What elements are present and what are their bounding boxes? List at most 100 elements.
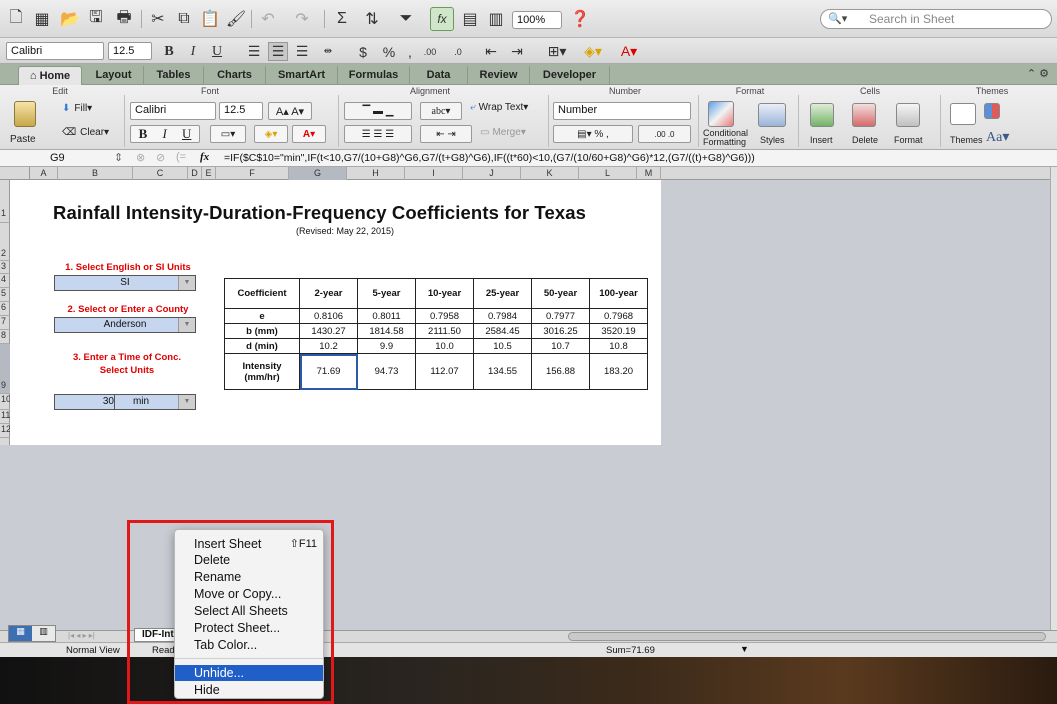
filter-icon[interactable]: ⏷: [394, 7, 418, 31]
paste-big-icon[interactable]: [14, 101, 36, 127]
tab-charts[interactable]: Charts: [204, 66, 266, 85]
cell-g9-selected[interactable]: 71.69: [299, 353, 358, 390]
horizontal-scrollbar[interactable]: [568, 632, 1046, 641]
undo-icon[interactable]: ↶: [256, 7, 280, 31]
page-layout-view-icon[interactable]: ▥: [32, 626, 55, 641]
cell-g8[interactable]: 10.2: [299, 338, 358, 354]
col-header-a[interactable]: A: [30, 167, 58, 180]
tab-developer[interactable]: Developer: [530, 66, 610, 85]
ribbon-biu-buttons[interactable]: BIU: [130, 125, 200, 143]
indent-buttons[interactable]: ⇤ ⇥: [420, 125, 472, 143]
row-header-6[interactable]: 6: [0, 302, 10, 316]
cell-i7[interactable]: 2111.50: [415, 323, 474, 339]
percent-icon[interactable]: %: [380, 42, 398, 61]
align-center-icon[interactable]: ☰: [268, 42, 288, 61]
row-header-1[interactable]: 1: [0, 180, 10, 223]
col-header-k[interactable]: K: [521, 167, 579, 180]
row-header-12[interactable]: 12: [0, 424, 11, 438]
cell-l9[interactable]: 183.20: [589, 353, 648, 390]
row-header-11[interactable]: 11: [0, 410, 10, 424]
cancel-formula-icon[interactable]: ⊗: [136, 151, 145, 164]
tab-formulas[interactable]: Formulas: [338, 66, 410, 85]
conditional-formatting-button[interactable]: Conditional Formatting: [703, 129, 759, 147]
ribbon-collapse-icon[interactable]: ⌃ ⚙: [1027, 67, 1049, 80]
county-select[interactable]: Anderson ▼: [54, 317, 196, 333]
insert-button[interactable]: Insert: [810, 135, 833, 145]
name-box-stepper-icon[interactable]: ⇕: [114, 151, 123, 164]
cell-i8[interactable]: 10.0: [415, 338, 474, 354]
format-cells-icon[interactable]: [896, 103, 920, 127]
col-header-d[interactable]: D: [188, 167, 202, 180]
cell-l8[interactable]: 10.8: [589, 338, 648, 354]
chevron-down-icon[interactable]: ▼: [178, 276, 195, 290]
bold-button[interactable]: B: [160, 42, 178, 61]
delete-cells-icon[interactable]: [852, 103, 876, 127]
cell-h6[interactable]: 0.8011: [357, 308, 416, 324]
tab-review[interactable]: Review: [468, 66, 530, 85]
tab-smartart[interactable]: SmartArt: [266, 66, 338, 85]
cell-l7[interactable]: 3520.19: [589, 323, 648, 339]
underline-button[interactable]: U: [208, 42, 226, 61]
theme-fonts-icon[interactable]: Aa▾: [986, 129, 1009, 146]
col-header-e[interactable]: E: [202, 167, 216, 180]
row-header-4[interactable]: 4: [0, 274, 10, 288]
themes-icon[interactable]: [950, 103, 976, 125]
decimal-buttons[interactable]: .00 .0: [638, 125, 691, 143]
formula-input[interactable]: =IF($C$10="min",IF(t<10,G7/(10+G8)^G6,G7…: [224, 152, 755, 164]
col-header-f[interactable]: F: [216, 167, 289, 180]
time-input-group[interactable]: 30 min ▼: [54, 394, 196, 410]
tab-tables[interactable]: Tables: [144, 66, 204, 85]
align-left-icon[interactable]: ☰: [244, 42, 264, 61]
sum-readout[interactable]: Sum=71.69: [606, 645, 655, 656]
ribbon-size-select[interactable]: 12.5: [219, 102, 263, 120]
sort-icon[interactable]: ⇅: [360, 7, 384, 31]
merge-icon[interactable]: ⇹: [318, 42, 338, 61]
gallery-icon[interactable]: ▦: [30, 7, 54, 31]
print-icon[interactable]: 🖶: [112, 7, 136, 31]
indent-icon[interactable]: ⇥: [506, 42, 528, 61]
cell-j7[interactable]: 2584.45: [473, 323, 532, 339]
cell-g6[interactable]: 0.8106: [299, 308, 358, 324]
time-value-input[interactable]: 30: [55, 395, 115, 409]
col-header-i[interactable]: I: [405, 167, 463, 180]
tab-home[interactable]: ⌂ Home: [18, 66, 82, 85]
font-color-icon[interactable]: A▾: [614, 42, 644, 61]
chevron-down-icon[interactable]: ▼: [178, 395, 195, 409]
currency-icon[interactable]: $: [354, 42, 372, 61]
merge-button[interactable]: ▭ Merge ▾: [480, 127, 526, 138]
sidebar-icon[interactable]: ▥: [484, 7, 508, 31]
cell-k6[interactable]: 0.7977: [531, 308, 590, 324]
cell-j9[interactable]: 134.55: [473, 353, 532, 390]
col-header-b[interactable]: B: [58, 167, 133, 180]
fx-icon[interactable]: fx: [200, 151, 209, 163]
col-header-m[interactable]: M: [637, 167, 661, 180]
fill-color-icon[interactable]: ◈▾: [578, 42, 608, 61]
insert-cells-icon[interactable]: [810, 103, 834, 127]
cell-k9[interactable]: 156.88: [531, 353, 590, 390]
cell-j8[interactable]: 10.5: [473, 338, 532, 354]
wrap-text-button[interactable]: ⤶ Wrap Text ▾: [470, 102, 528, 113]
cell-l6[interactable]: 0.7968: [589, 308, 648, 324]
col-header-c[interactable]: C: [133, 167, 188, 180]
theme-colors-icon[interactable]: [984, 103, 1000, 119]
ribbon-fill-color-button[interactable]: ◈▾: [254, 125, 288, 143]
decrease-decimal-icon[interactable]: .0: [446, 42, 470, 61]
increase-decimal-icon[interactable]: .00: [418, 42, 442, 61]
save-icon[interactable]: 🖫: [84, 7, 108, 31]
new-icon[interactable]: 🗋: [4, 7, 28, 31]
col-header-l[interactable]: L: [579, 167, 637, 180]
orientation-button[interactable]: abc ▾: [420, 102, 462, 120]
vertical-scrollbar[interactable]: [1050, 167, 1057, 630]
ribbon-font-select[interactable]: Calibri: [130, 102, 216, 120]
delete-button[interactable]: Delete: [852, 135, 878, 145]
row-header-3[interactable]: 3: [0, 261, 10, 274]
font-name-select[interactable]: Calibri: [6, 42, 104, 60]
row-header-8[interactable]: 8: [0, 330, 10, 344]
normal-view-icon[interactable]: ▦: [9, 626, 32, 641]
ribbon-font-color-button[interactable]: A▾: [292, 125, 326, 143]
cell-g7[interactable]: 1430.27: [299, 323, 358, 339]
zoom-select[interactable]: 100%: [512, 11, 562, 29]
cell-h9[interactable]: 94.73: [357, 353, 416, 390]
row-header-9[interactable]: 9: [0, 344, 10, 394]
row-header-2[interactable]: 2: [0, 223, 10, 261]
